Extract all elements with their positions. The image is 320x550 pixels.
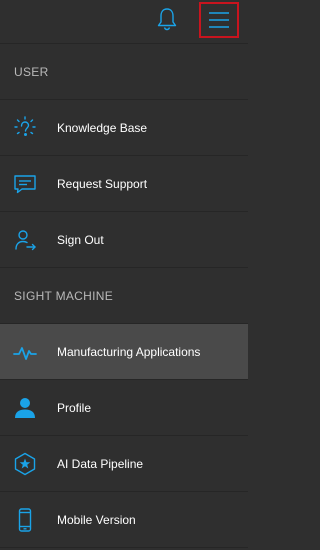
menu-item-label: Knowledge Base (57, 121, 148, 135)
menu-item-request-support[interactable]: Request Support (0, 156, 248, 212)
menu-item-label: Mobile Version (57, 513, 136, 527)
section-header-sight-machine: SIGHT MACHINE (0, 268, 248, 324)
menu-item-ai-data-pipeline[interactable]: AI Data Pipeline (0, 436, 248, 492)
menu-item-sign-out[interactable]: Sign Out (0, 212, 248, 268)
menu-item-manufacturing-applications[interactable]: Manufacturing Applications (0, 324, 248, 380)
pulse-icon (13, 340, 37, 364)
sign-out-icon (13, 228, 37, 252)
menu-item-profile[interactable]: Profile (0, 380, 248, 436)
mobile-phone-icon (13, 508, 37, 532)
top-bar (0, 0, 248, 44)
menu-item-label: Request Support (57, 177, 148, 191)
hamburger-menu-icon (209, 12, 229, 28)
menu-item-label: Manufacturing Applications (57, 345, 201, 359)
menu-item-label: Sign Out (57, 233, 104, 247)
menu-item-mobile-version[interactable]: Mobile Version (0, 492, 248, 548)
hexagon-star-icon (13, 452, 37, 476)
menu-item-label: AI Data Pipeline (57, 457, 144, 471)
section-header-user: USER (0, 44, 248, 100)
user-profile-icon (13, 396, 37, 420)
bell-icon[interactable] (156, 7, 178, 31)
chat-icon (13, 172, 37, 196)
menu-item-label: Profile (57, 401, 92, 415)
hamburger-menu-button[interactable] (199, 2, 239, 38)
menu-item-knowledge-base[interactable]: Knowledge Base (0, 100, 248, 156)
lightbulb-icon (13, 116, 37, 140)
